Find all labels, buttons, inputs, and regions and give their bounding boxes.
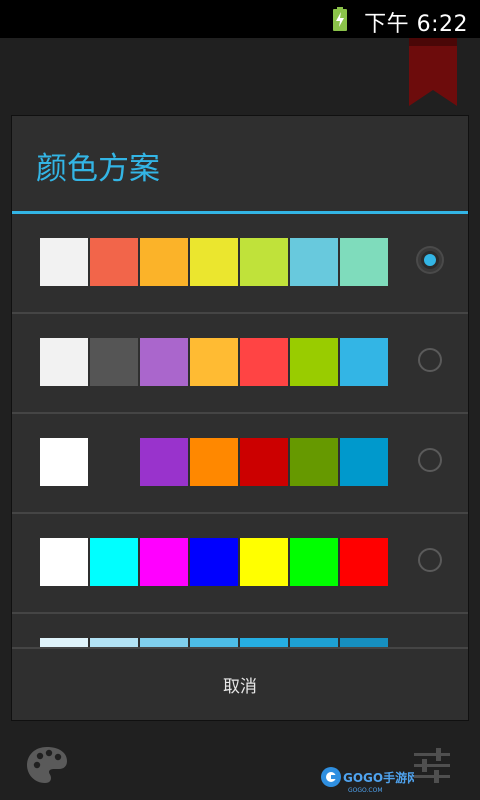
swatch-group xyxy=(40,438,390,486)
color-swatch xyxy=(290,238,338,286)
swatch-group xyxy=(40,238,390,286)
color-swatch xyxy=(240,238,288,286)
scheme-row[interactable] xyxy=(12,614,468,647)
color-swatch xyxy=(40,538,88,586)
color-swatch xyxy=(90,238,138,286)
dialog-footer: 取消 xyxy=(12,647,468,720)
color-swatch xyxy=(340,338,388,386)
svg-text:GOGO手游网: GOGO手游网 xyxy=(343,770,414,785)
color-swatch xyxy=(140,538,188,586)
sliders-icon[interactable] xyxy=(412,745,452,785)
color-swatch xyxy=(290,638,338,647)
color-swatch xyxy=(240,338,288,386)
color-swatch xyxy=(290,338,338,386)
scheme-radio-button[interactable] xyxy=(418,348,442,372)
color-swatch xyxy=(290,538,338,586)
color-swatch xyxy=(190,338,238,386)
color-swatch xyxy=(340,438,388,486)
color-swatch xyxy=(40,238,88,286)
scheme-radio-button[interactable] xyxy=(418,448,442,472)
cancel-button[interactable]: 取消 xyxy=(12,649,468,720)
scheme-row[interactable] xyxy=(12,214,468,314)
color-swatch xyxy=(340,638,388,647)
scheme-list[interactable] xyxy=(12,214,468,647)
color-swatch xyxy=(240,438,288,486)
swatch-group xyxy=(40,538,390,586)
swatch-group xyxy=(40,338,390,386)
palette-icon[interactable] xyxy=(25,745,69,785)
color-swatch xyxy=(40,438,88,486)
color-scheme-dialog: 颜色方案 取消 xyxy=(12,116,468,720)
color-swatch xyxy=(240,638,288,647)
color-swatch xyxy=(90,438,138,486)
color-swatch xyxy=(90,338,138,386)
color-swatch xyxy=(140,438,188,486)
color-swatch xyxy=(140,638,188,647)
radio-selected-dot xyxy=(424,254,436,266)
svg-text:GOGO.COM: GOGO.COM xyxy=(348,787,383,794)
color-swatch xyxy=(40,638,88,647)
scheme-row[interactable] xyxy=(12,414,468,514)
color-swatch xyxy=(190,238,238,286)
status-bar: 下午 6:22 xyxy=(0,0,480,38)
status-time: 下午 6:22 xyxy=(364,12,468,37)
dialog-title: 颜色方案 xyxy=(36,151,160,187)
color-swatch xyxy=(140,338,188,386)
bookmark-icon[interactable] xyxy=(409,38,457,106)
color-swatch xyxy=(190,638,238,647)
color-swatch xyxy=(90,638,138,647)
watermark-logo: GOGO手游网 GOGO.COM xyxy=(321,767,414,794)
color-swatch xyxy=(240,538,288,586)
swatch-group xyxy=(40,638,390,647)
scheme-row[interactable] xyxy=(12,314,468,414)
color-swatch xyxy=(140,238,188,286)
color-swatch xyxy=(290,438,338,486)
color-swatch xyxy=(90,538,138,586)
color-swatch xyxy=(190,538,238,586)
scheme-radio-button[interactable] xyxy=(418,548,442,572)
color-swatch xyxy=(340,538,388,586)
scheme-radio-button[interactable] xyxy=(418,248,442,272)
color-swatch xyxy=(340,238,388,286)
scheme-row[interactable] xyxy=(12,514,468,614)
color-swatch xyxy=(190,438,238,486)
color-swatch xyxy=(40,338,88,386)
battery-charging-icon xyxy=(333,7,347,31)
